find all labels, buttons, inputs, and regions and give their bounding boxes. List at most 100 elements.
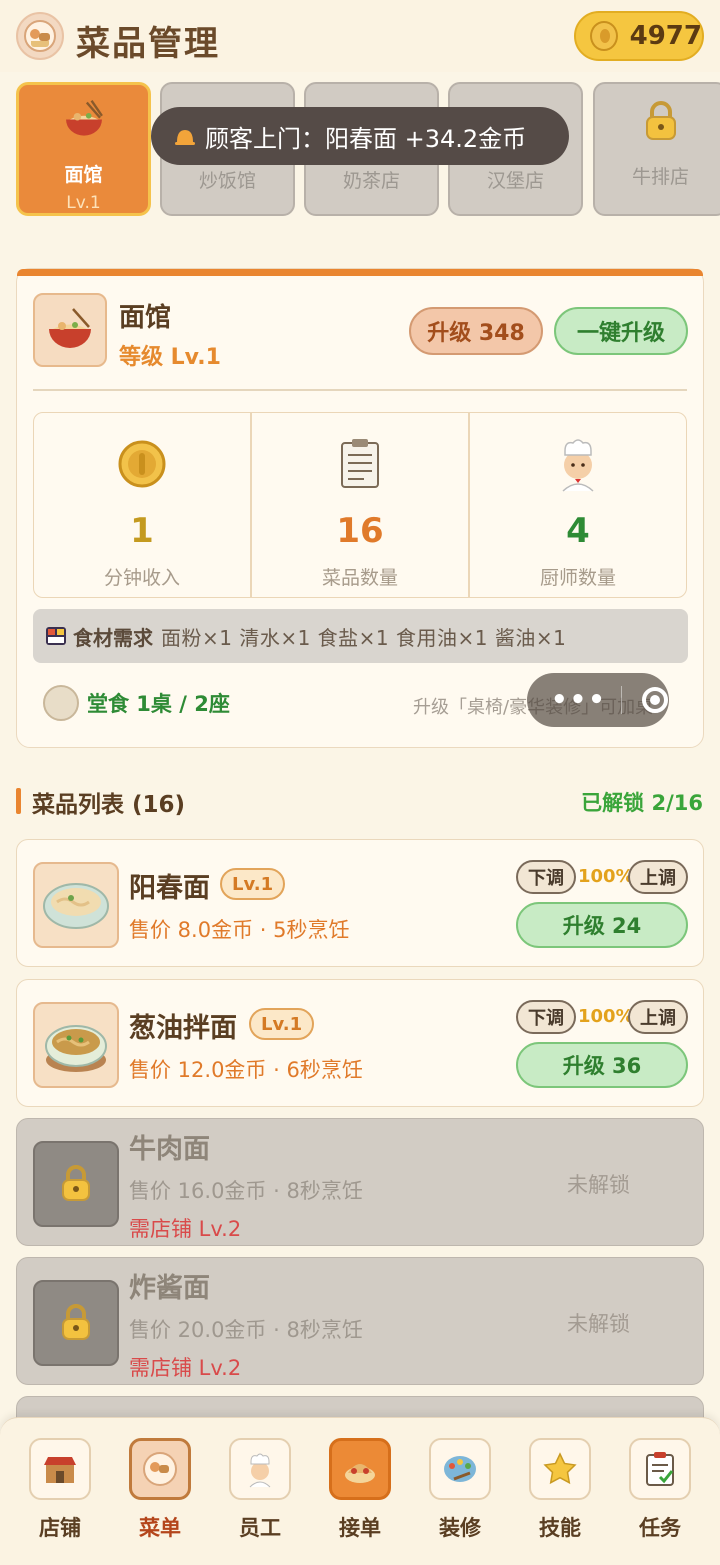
price-up-button[interactable]: 上调	[628, 860, 688, 894]
nav-menu[interactable]: 菜单	[127, 1438, 193, 1542]
chef-icon	[562, 439, 594, 492]
noodle-bowl-icon	[65, 99, 103, 136]
section-marker	[16, 788, 21, 814]
locked-status: 未解锁	[567, 1173, 630, 1197]
dish-price: 售价 8.0金币 · 5秒烹饪	[129, 918, 350, 942]
nav-decorate[interactable]: 装修	[427, 1438, 493, 1542]
dish-price: 售价 16.0金币 · 8秒烹饪	[129, 1179, 363, 1203]
dine-in-info: 堂食 1桌 / 2座	[43, 685, 230, 721]
header: 菜品管理 4977	[0, 0, 720, 72]
stat-chefs: 4 厨师数量	[469, 412, 687, 598]
price-down-button[interactable]: 下调	[516, 1000, 576, 1034]
one-click-upgrade-button[interactable]: 一键升级	[554, 307, 688, 355]
nav-staff[interactable]: 员工	[227, 1438, 293, 1542]
lock-icon	[62, 1304, 90, 1340]
dish-price: 售价 12.0金币 · 6秒烹饪	[129, 1058, 363, 1082]
page-title: 菜品管理	[76, 24, 220, 64]
nav-label: 接单	[339, 1516, 381, 1540]
star-icon	[529, 1438, 591, 1500]
stat-label: 厨师数量	[539, 567, 616, 589]
dish-card: 阳春面 Lv.1 售价 8.0金币 · 5秒烹饪 下调 100% 上调 升级 2…	[16, 839, 704, 967]
dish-level-badge: Lv.1	[249, 1008, 315, 1040]
shop-icon	[29, 1438, 91, 1500]
nav-label: 员工	[239, 1516, 281, 1540]
lock-icon	[645, 101, 676, 140]
dish-image-locked	[33, 1280, 119, 1366]
stat-label: 分钟收入	[103, 567, 180, 589]
tab-label: 汉堡店	[486, 170, 544, 192]
unlock-requirement: 需店铺 Lv.2	[129, 1217, 242, 1241]
shop-name: 面馆	[119, 303, 172, 333]
close-icon[interactable]	[641, 687, 668, 713]
clipboard-icon	[629, 1438, 691, 1500]
nav-label: 装修	[439, 1516, 481, 1540]
app-logo	[16, 12, 64, 60]
dine-in-text: 堂食 1桌 / 2座	[87, 692, 230, 716]
upgrade-shop-button[interactable]: 升级 348	[409, 307, 543, 355]
tab-level: Lv.1	[66, 193, 101, 213]
ingredient-requirements: 食材需求 面粉×1 清水×1 食盐×1 食用油×1 酱油×1	[33, 609, 688, 663]
stat-value: 4	[566, 511, 590, 551]
price-down-button[interactable]: 下调	[516, 860, 576, 894]
stat-dishes: 16 菜品数量	[251, 412, 469, 598]
orders-icon	[329, 1438, 391, 1500]
nav-orders[interactable]: 接单	[327, 1438, 393, 1542]
locked-status: 未解锁	[567, 1312, 630, 1336]
shop-avatar	[33, 293, 107, 367]
dish-image	[33, 862, 119, 948]
dish-image-locked	[33, 1141, 119, 1227]
nav-label: 菜单	[139, 1516, 181, 1540]
mini-program-capsule[interactable]: •••	[527, 673, 669, 727]
coin-icon	[590, 21, 618, 51]
lock-icon	[62, 1165, 90, 1201]
divider	[33, 389, 687, 391]
bell-icon	[175, 130, 195, 145]
tab-label: 炒饭馆	[198, 170, 256, 192]
dish-name: 阳春面	[129, 873, 210, 904]
unlocked-count: 已解锁 2/16	[581, 791, 703, 815]
dish-name: 葱油拌面	[129, 1013, 237, 1044]
noodle-bowl-icon	[49, 308, 91, 348]
dish-list-title: 菜品列表 (16)	[32, 792, 186, 818]
coin-balance[interactable]: 4977	[574, 11, 704, 61]
shop-card: 面馆 等级 Lv.1 升级 348 一键升级 1 分钟收入 16 菜品数量 4 …	[16, 268, 704, 748]
nav-skills[interactable]: 技能	[527, 1438, 593, 1542]
price-up-button[interactable]: 上调	[628, 1000, 688, 1034]
dish-image	[33, 1002, 119, 1088]
nav-tasks[interactable]: 任务	[627, 1438, 693, 1542]
dish-card-locked: 牛肉面 售价 16.0金币 · 8秒烹饪 需店铺 Lv.2 未解锁	[16, 1118, 704, 1246]
clipboard-menu-icon	[341, 439, 379, 488]
tab-steak-shop[interactable]: 牛排店	[593, 82, 720, 216]
upgrade-dish-button[interactable]: 升级 24	[516, 902, 688, 948]
tab-noodle-shop[interactable]: 面馆 Lv.1	[16, 82, 151, 216]
price-percent: 100%	[578, 1006, 634, 1027]
bottom-nav: 店铺 菜单 员工 接单 装修 技能 任务	[0, 1417, 720, 1565]
card-accent-bar	[17, 269, 703, 276]
dish-card-locked: 炸酱面 售价 20.0金币 · 8秒烹饪 需店铺 Lv.2 未解锁	[16, 1257, 704, 1385]
upgrade-dish-button[interactable]: 升级 36	[516, 1042, 688, 1088]
nav-shop[interactable]: 店铺	[27, 1438, 93, 1542]
unlock-requirement: 需店铺 Lv.2	[129, 1356, 242, 1380]
dish-level-badge: Lv.1	[220, 868, 286, 900]
capsule-separator	[620, 686, 622, 714]
tab-label: 牛排店	[631, 166, 689, 188]
nav-label: 任务	[639, 1516, 681, 1540]
nav-label: 店铺	[39, 1516, 81, 1540]
stat-income: 1 分钟收入	[33, 412, 251, 598]
chef-icon	[229, 1438, 291, 1500]
tab-label: 奶茶店	[342, 170, 400, 192]
toast-text: 顾客上门：阳春面 +34.2金币	[205, 124, 527, 153]
coin-count: 4977	[629, 21, 702, 51]
ingredients-list: 面粉×1 清水×1 食盐×1 食用油×1 酱油×1	[161, 625, 567, 650]
stat-label: 菜品数量	[321, 567, 398, 589]
more-icon[interactable]: •••	[551, 685, 607, 715]
noodle-soup-icon	[43, 883, 109, 929]
scallion-noodle-icon	[45, 1025, 107, 1072]
ingredients-title: 食材需求	[73, 625, 153, 650]
stat-value: 16	[336, 511, 384, 551]
coin-icon	[118, 440, 166, 488]
shop-level: 等级 Lv.1	[119, 345, 221, 370]
dish-name: 炸酱面	[129, 1273, 210, 1304]
dish-name: 牛肉面	[129, 1134, 210, 1165]
bento-icon	[46, 627, 66, 645]
